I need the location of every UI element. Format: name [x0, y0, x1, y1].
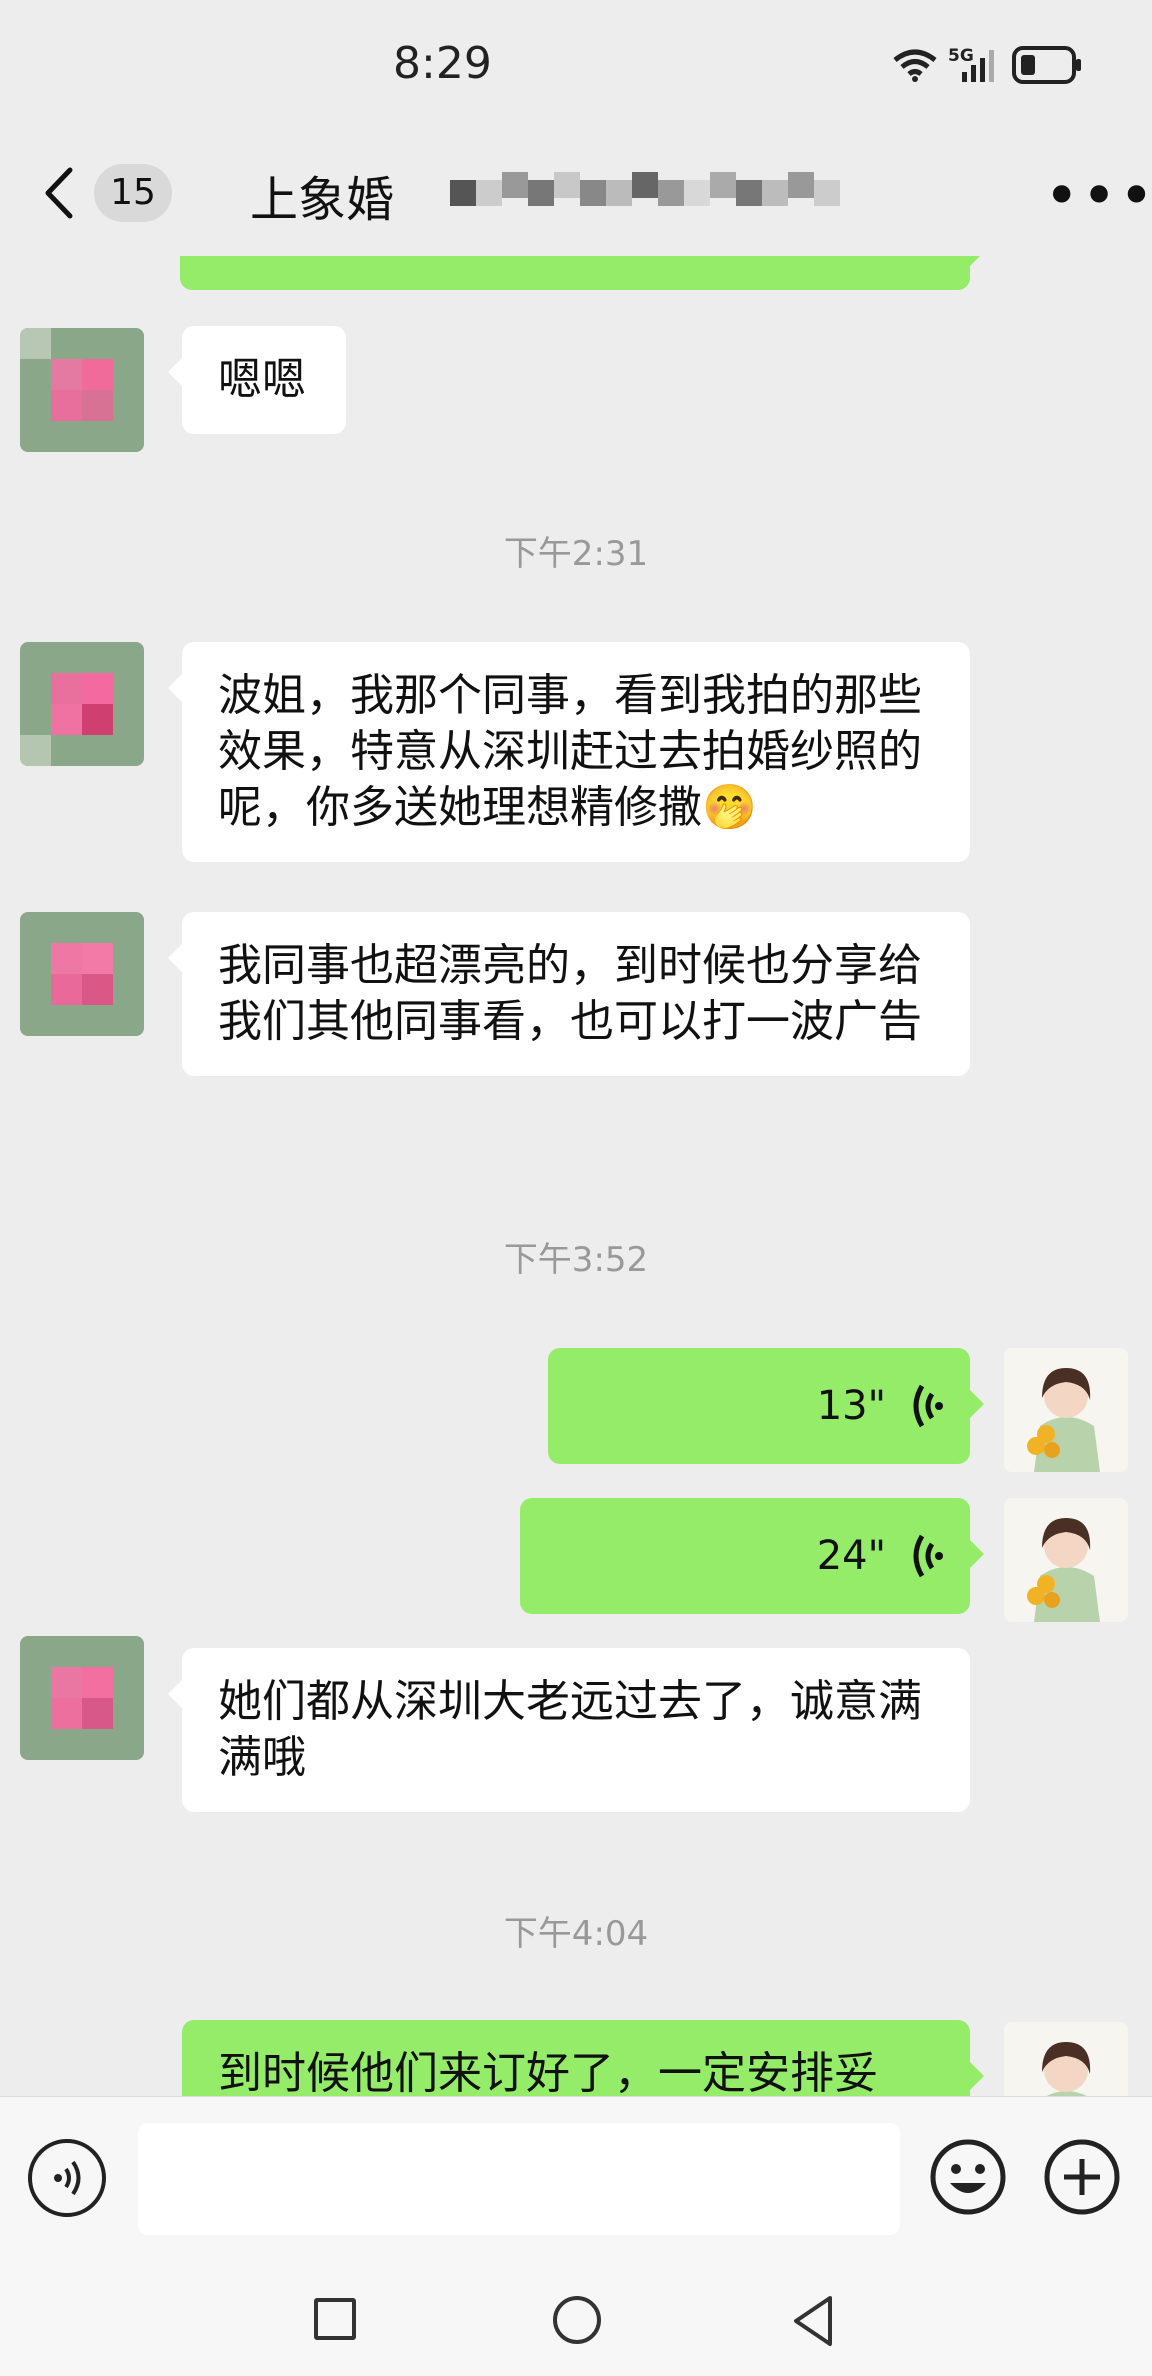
- plus-icon[interactable]: [1042, 2137, 1122, 2217]
- avatar-illustration: [1004, 2022, 1128, 2096]
- message-bubble[interactable]: 波姐，我那个同事，看到我拍的那些效果，特意从深圳赶过去拍婚纱照的呢，你多送她理想…: [168, 642, 970, 862]
- message-timestamp: 下午2:31: [503, 534, 649, 574]
- back-icon[interactable]: [42, 166, 76, 220]
- avatar-illustration: [1004, 1498, 1128, 1622]
- message-bubble[interactable]: 她们都从深圳大老远过去了，诚意满满哦: [168, 1648, 970, 1812]
- message-bubble-partial[interactable]: [180, 256, 984, 290]
- status-time: 8:29: [393, 38, 492, 89]
- contact-avatar[interactable]: [20, 912, 144, 1036]
- message-text: 我同事也超漂亮的，到时候也分享给我们其他同事看，也可以打一波广告: [218, 940, 922, 1047]
- title-redaction: [420, 164, 870, 222]
- more-options-icon[interactable]: •••: [1044, 166, 1152, 226]
- message-text: 她们都从深圳大老远过去了，诚意满满哦: [218, 1676, 922, 1783]
- message-bubble[interactable]: 到时候他们来订好了，一定安排妥: [182, 2020, 984, 2096]
- wifi-icon: [893, 49, 937, 82]
- message-timestamp: 下午4:04: [503, 1914, 649, 1954]
- signal-icon: [962, 50, 994, 82]
- message-bubble[interactable]: 嗯嗯: [168, 326, 346, 434]
- emoji-icon[interactable]: [928, 2137, 1008, 2217]
- contact-avatar[interactable]: [20, 328, 144, 452]
- nav-square-icon[interactable]: [314, 2298, 356, 2340]
- voice-duration: 13": [816, 1383, 886, 1429]
- voice-message-bubble[interactable]: 24": [520, 1498, 984, 1614]
- voice-input-button[interactable]: [28, 2139, 106, 2217]
- voice-duration: 24": [816, 1533, 886, 1579]
- nav-home-icon[interactable]: [553, 2296, 601, 2344]
- voice-wave-icon: [913, 1384, 943, 1428]
- chat-messages[interactable]: 嗯嗯 下午2:31 波姐，我那个同事，看到我拍的那些效果，特意从深圳赶过去拍婚纱…: [0, 256, 1152, 2096]
- system-nav-bar: [0, 2266, 1152, 2376]
- input-bar: [0, 2096, 1152, 2267]
- user-avatar[interactable]: [1004, 2022, 1128, 2096]
- nav-back-icon[interactable]: [790, 2294, 836, 2348]
- user-avatar[interactable]: [1004, 1498, 1128, 1622]
- voice-wave-icon: [913, 1534, 943, 1578]
- message-text: 嗯嗯: [218, 354, 306, 405]
- message-input[interactable]: [138, 2123, 900, 2235]
- message-text: 波姐，我那个同事，看到我拍的那些效果，特意从深圳赶过去拍婚纱照的呢，你多送她理想…: [218, 670, 922, 833]
- message-timestamp: 下午3:52: [503, 1240, 649, 1280]
- unread-count-badge[interactable]: 15: [94, 164, 172, 222]
- avatar-illustration: [1004, 1348, 1128, 1472]
- message-bubble[interactable]: 我同事也超漂亮的，到时候也分享给我们其他同事看，也可以打一波广告: [168, 912, 970, 1076]
- chat-title: 上象婚: [250, 172, 395, 228]
- contact-avatar[interactable]: [20, 642, 144, 766]
- status-bar: 8:29 5G: [0, 0, 1152, 130]
- message-text: 到时候他们来订好了，一定安排妥: [218, 2048, 878, 2096]
- voice-message-bubble[interactable]: 13": [548, 1348, 984, 1464]
- voice-input-icon: [54, 2160, 81, 2196]
- user-avatar[interactable]: [1004, 1348, 1128, 1472]
- contact-avatar[interactable]: [20, 1636, 144, 1760]
- battery-icon: [1012, 46, 1081, 84]
- chat-header: 15 上象婚 •••: [0, 130, 1152, 256]
